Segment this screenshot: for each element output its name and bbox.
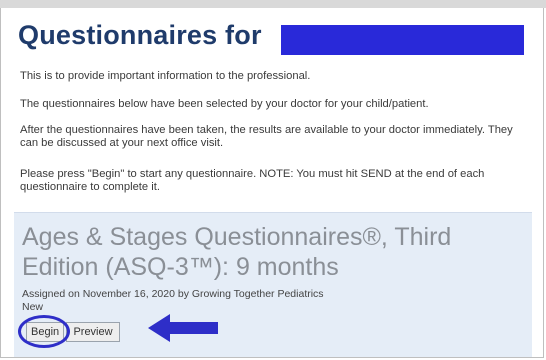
pointer-arrow-icon	[148, 314, 218, 342]
status-label: New	[22, 301, 44, 313]
info-paragraph-professional: This is to provide important information…	[20, 70, 311, 82]
redacted-name-block	[281, 25, 524, 55]
assigned-info: Assigned on November 16, 2020 by Growing…	[22, 288, 324, 300]
info-paragraph-selected: The questionnaires below have been selec…	[20, 98, 429, 110]
begin-highlight-circle	[18, 315, 70, 348]
questionnaire-title: Ages & Stages Questionnaires®, Third Edi…	[22, 223, 452, 281]
preview-button[interactable]: Preview	[66, 322, 120, 342]
info-paragraph-results: After the questionnaires have been taken…	[20, 124, 513, 149]
top-rule	[0, 0, 546, 8]
page-title: Questionnaires for	[18, 20, 262, 50]
info-paragraph-instructions: Please press "Begin" to start any questi…	[20, 168, 485, 193]
